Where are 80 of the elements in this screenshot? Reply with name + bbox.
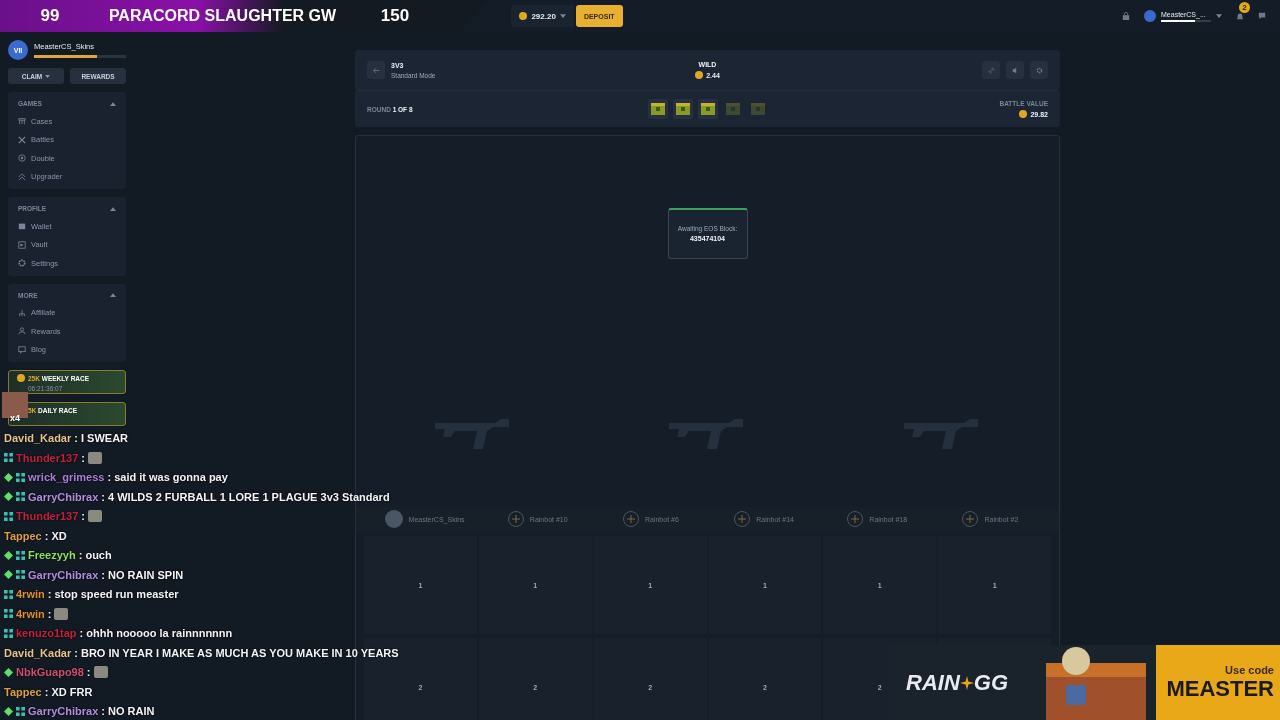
link-icon (987, 66, 995, 74)
ad-caption: Use code (1225, 663, 1274, 676)
lock-icon[interactable] (1122, 12, 1130, 20)
plus-circle-icon (962, 511, 979, 528)
chevrons-up-icon (18, 172, 26, 181)
gear-icon (18, 259, 26, 267)
collapse-caret-icon[interactable] (110, 206, 116, 211)
chat-message: : (47, 607, 52, 620)
chat-username: GarryChibrax (28, 705, 99, 718)
chat-message: : XD (44, 529, 67, 542)
coin-icon (1019, 110, 1028, 118)
sparkle-icon (959, 675, 974, 690)
caret-icon (559, 14, 566, 18)
chat-username: David_Kadar (4, 646, 72, 659)
chat-message: : NO RAIN (101, 705, 155, 718)
logo-text: GG (973, 669, 1008, 696)
gear-icon (1035, 66, 1043, 74)
circle-icon (18, 154, 26, 162)
chat-message: : BRO IN YEAR I MAKE AS MUCH AS YOU MAKE IN 10 YEARS (74, 646, 399, 659)
chat-username: David_Kadar (4, 432, 72, 445)
rank-avatar (1144, 10, 1156, 22)
notification-badge: 2 (1239, 2, 1250, 13)
plus-circle-icon (734, 511, 751, 528)
chat-message: : (86, 666, 91, 679)
chat-username: 4rwin (16, 588, 45, 601)
player-avatar (384, 510, 403, 529)
collapse-caret-icon[interactable] (110, 101, 116, 106)
coin-icon (695, 71, 704, 79)
chat-icon[interactable] (1258, 12, 1266, 20)
xp-bar (1161, 19, 1211, 22)
balance-display[interactable]: 292.20 (511, 5, 574, 27)
wallet-icon (18, 222, 26, 230)
banner-title: PARACORD SLAUGHTER GW (107, 7, 338, 25)
chat-username: Tappec (4, 529, 42, 542)
count-left: 99 (39, 6, 61, 26)
chat-message: : stop speed run measter (47, 588, 179, 601)
caret-icon (45, 74, 51, 78)
arrow-left-icon (372, 66, 380, 74)
person-icon (18, 327, 26, 335)
collapse-caret-icon[interactable] (110, 293, 116, 297)
chat-username: 4rwin (16, 607, 45, 620)
chat-message: : (81, 451, 86, 464)
chat-message: : (81, 510, 86, 523)
settings-button[interactable] (1030, 61, 1048, 79)
chat-username: Thunder137 (16, 510, 79, 523)
message-icon (18, 345, 26, 354)
chat-message: : I SWEAR (74, 432, 129, 445)
speaker-icon (1011, 66, 1019, 74)
chat-username: NbkGuapo98 (16, 666, 84, 679)
coin-icon (17, 374, 25, 382)
network-icon (18, 308, 26, 317)
chat-username: kenuzo1tap (16, 627, 77, 640)
chat-message: : ouch (78, 549, 112, 562)
chat-message: : said it was gonna pay (107, 471, 228, 484)
promo-code: MEASTER (1166, 675, 1274, 702)
chat-message: : XD FRR (44, 685, 93, 698)
count-right: 150 (379, 6, 411, 26)
balance-amount: 292.20 (531, 11, 556, 21)
chat-username: GarryChibrax (28, 490, 99, 503)
back-button[interactable] (367, 61, 385, 79)
webcam-label: x4 (10, 413, 20, 423)
caret-icon (1216, 14, 1222, 18)
plus-circle-icon (622, 511, 639, 528)
case-icon (18, 117, 26, 125)
coin-icon (519, 12, 528, 20)
chat-username: Freezyyh (28, 549, 76, 562)
chat-message: : ohhh nooooo la rainnnnnnn (79, 627, 233, 640)
chat-message: : NO RAIN SPIN (101, 568, 184, 581)
sound-button[interactable] (1006, 61, 1024, 79)
chat-message: : 4 WILDS 2 FURBALL 1 LORE 1 PLAGUE 3v3 Standard (101, 490, 390, 503)
chat-username: Tappec (4, 685, 42, 698)
vault-icon (18, 240, 26, 249)
chat-username: wrick_grimess (28, 471, 105, 484)
chat-username: Thunder137 (16, 451, 79, 464)
logo-text: RAIN (906, 669, 960, 696)
bell-icon[interactable] (1236, 12, 1244, 20)
chat-username: GarryChibrax (28, 568, 99, 581)
plus-circle-icon (507, 511, 524, 528)
crossed-swords-icon (18, 135, 26, 144)
plus-circle-icon (847, 511, 864, 528)
